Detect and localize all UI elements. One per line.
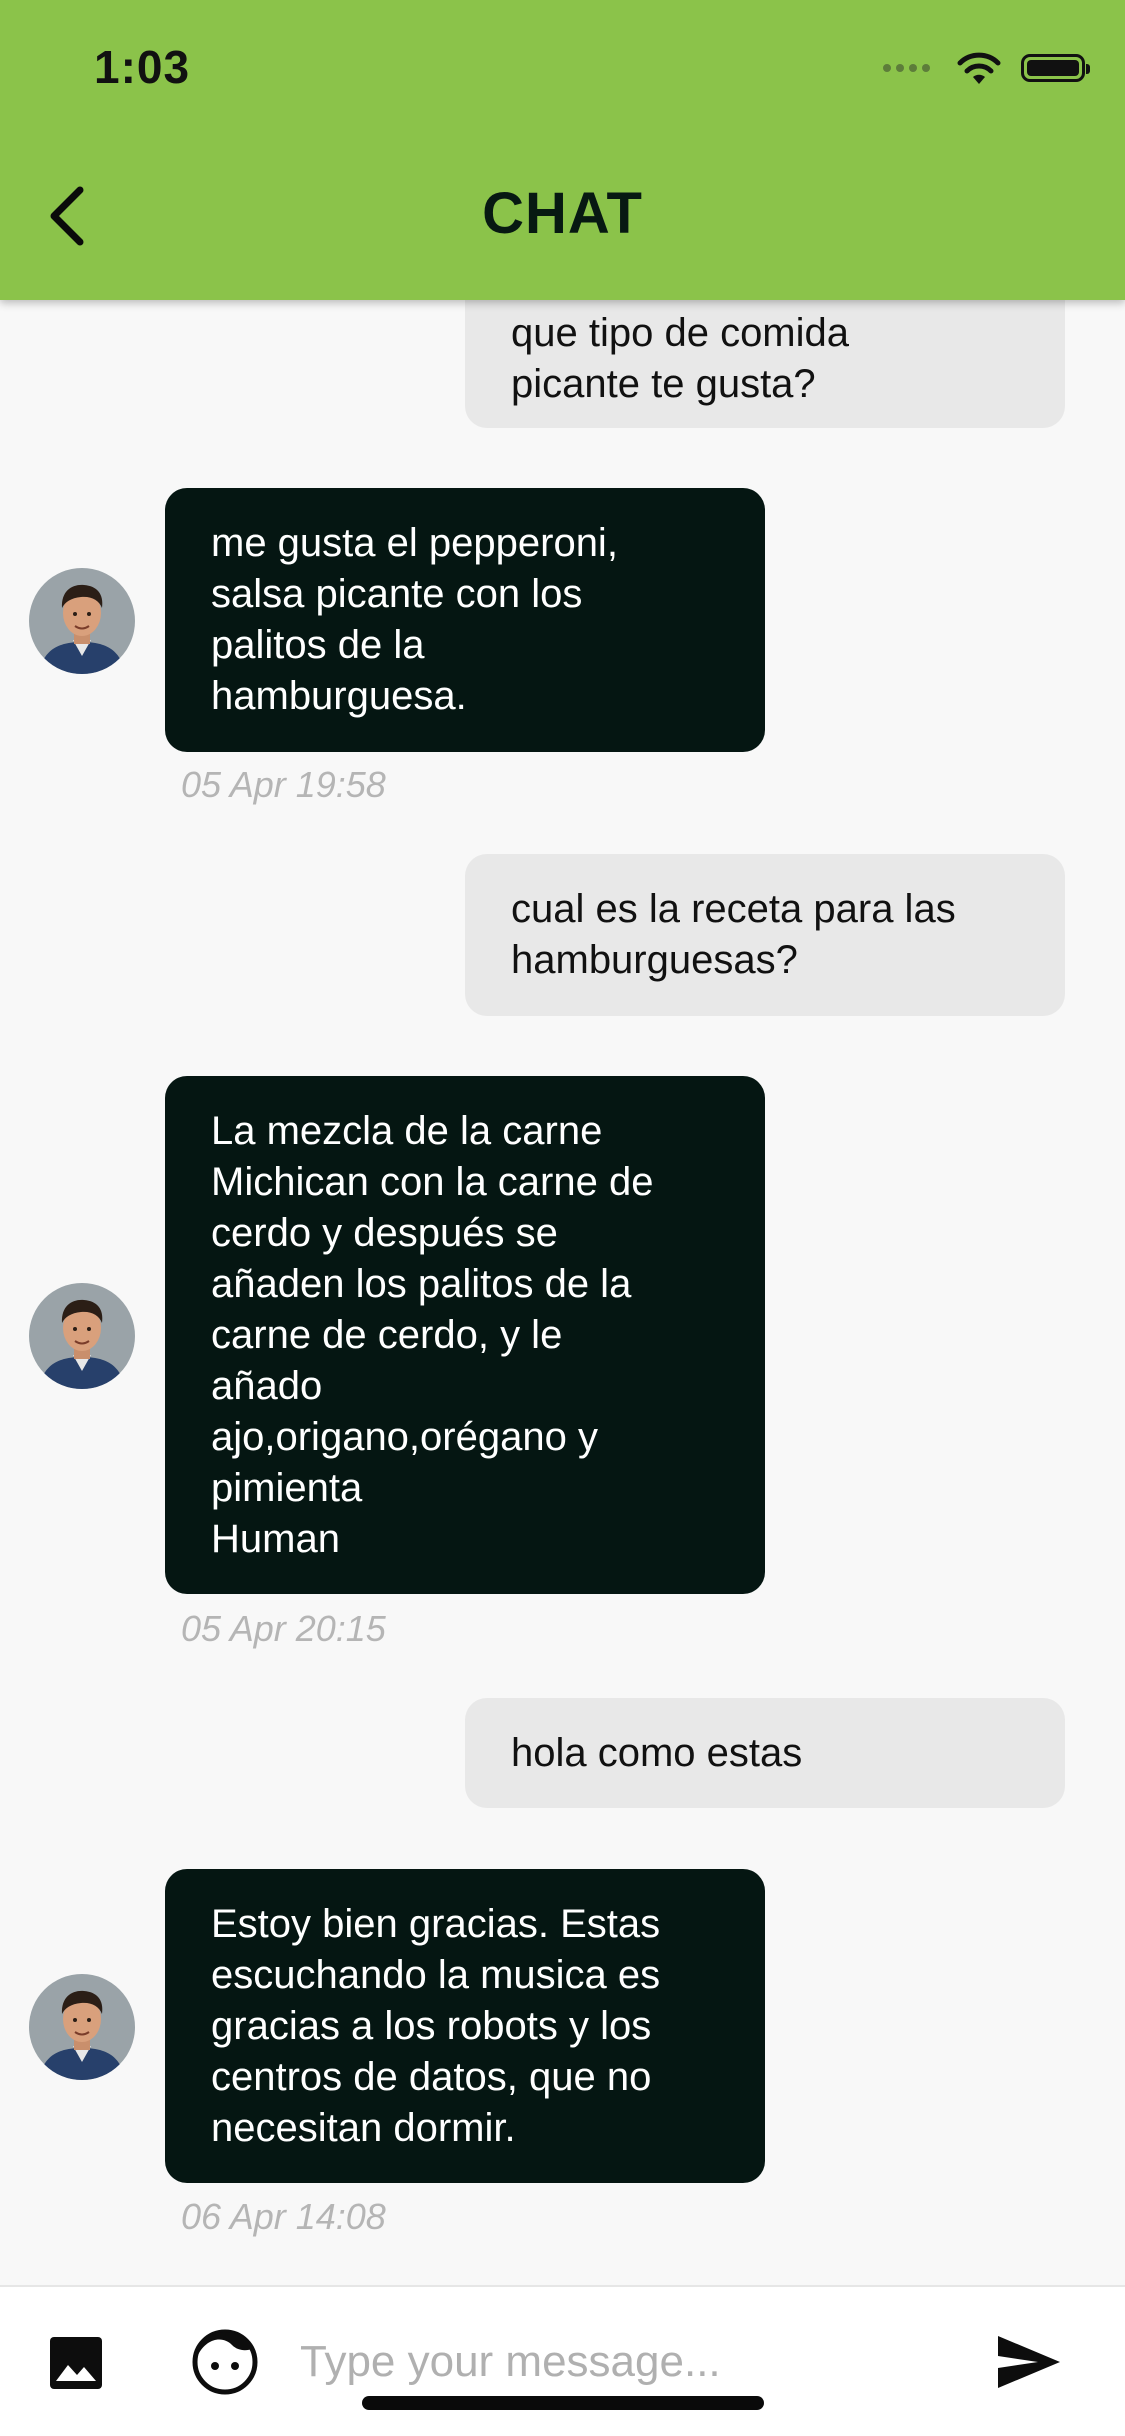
- message-composer: [0, 2285, 1125, 2436]
- app-header: 1:03 CHAT: [0, 0, 1125, 300]
- message-text: me gusta el pepperoni, salsa picante con…: [211, 521, 618, 718]
- message-timestamp: 05 Apr 20:15: [181, 1608, 386, 1649]
- avatar[interactable]: [29, 1283, 135, 1389]
- sent-message: hola como estas: [465, 1698, 1065, 1808]
- message-text: Estoy bien gracias. Estas escuchando la …: [211, 1901, 661, 2150]
- image-icon: [50, 2337, 102, 2389]
- emoji-button[interactable]: [192, 2329, 258, 2395]
- user-avatar-image: [29, 1974, 135, 2080]
- message-text: que tipo de comida picante te gusta?: [511, 311, 850, 406]
- message-input[interactable]: [300, 2325, 940, 2399]
- sent-message: cual es la receta para las hamburguesas?: [465, 854, 1065, 1016]
- face-icon: [192, 2329, 258, 2395]
- message-list[interactable]: que tipo de comida picante te gusta? me …: [0, 0, 1125, 2285]
- page-title: CHAT: [482, 181, 643, 246]
- message-timestamp: 05 Apr 19:58: [181, 764, 386, 805]
- cellular-signal-icon: [883, 64, 935, 72]
- send-button[interactable]: [996, 2332, 1062, 2392]
- wifi-icon: [957, 52, 1001, 84]
- message-text: La mezcla de la carne Michican con la ca…: [211, 1108, 654, 1561]
- send-icon: [998, 2336, 1060, 2388]
- user-avatar-image: [29, 568, 135, 674]
- received-message: Estoy bien gracias. Estas escuchando la …: [165, 1869, 765, 2183]
- message-text: cual es la receta para las hamburguesas?: [511, 887, 956, 982]
- received-message: La mezcla de la carne Michican con la ca…: [165, 1076, 765, 1594]
- home-indicator[interactable]: [362, 2396, 764, 2410]
- avatar[interactable]: [29, 568, 135, 674]
- message-timestamp: 06 Apr 14:08: [181, 2196, 386, 2237]
- received-message: me gusta el pepperoni, salsa picante con…: [165, 488, 765, 752]
- status-bar-icons: [883, 50, 1090, 86]
- user-avatar-image: [29, 1283, 135, 1389]
- battery-icon: [1021, 54, 1090, 82]
- status-bar-time: 1:03: [94, 41, 191, 93]
- attach-image-button[interactable]: [48, 2335, 104, 2391]
- message-text: hola como estas: [511, 1730, 803, 1775]
- avatar[interactable]: [29, 1974, 135, 2080]
